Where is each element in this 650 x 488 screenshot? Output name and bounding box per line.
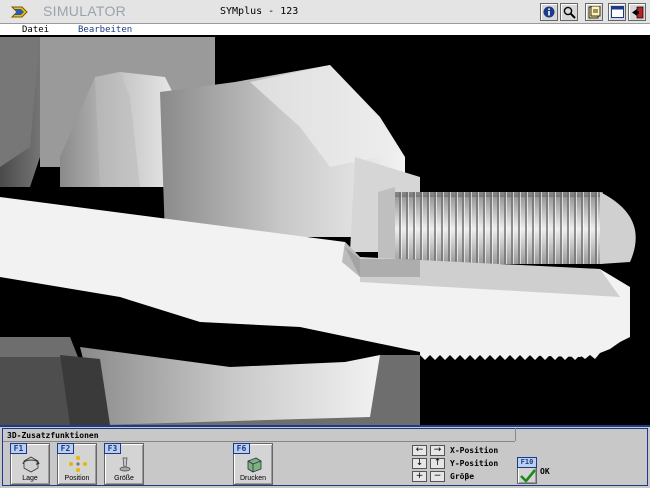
panel-divider-vertical <box>515 428 516 441</box>
menu-bar: Datei Bearbeiten <box>0 24 650 36</box>
help-button[interactable] <box>585 3 603 21</box>
menu-item-datei[interactable]: Datei <box>22 24 49 36</box>
drucken-button[interactable]: F6 Drucken <box>233 443 273 485</box>
groesse-label: Größe <box>114 475 134 482</box>
y-position-up-button[interactable]: ↑ <box>430 458 445 469</box>
y-position-label: Y-Position <box>450 459 499 468</box>
window-icon <box>610 6 624 18</box>
checkmark-icon <box>520 469 536 483</box>
f1-key: F1 <box>10 443 27 454</box>
drucken-label: Drucken <box>239 475 267 482</box>
title-bar: SIMULATOR SYMplus - 123 <box>0 0 650 24</box>
info-button[interactable] <box>540 3 558 21</box>
f10-key: F10 <box>517 457 537 468</box>
printer-icon <box>247 457 262 473</box>
size-plus-button[interactable]: + <box>412 471 427 482</box>
ok-label: OK <box>540 467 550 476</box>
y-position-down-button[interactable]: ↓ <box>412 458 427 469</box>
info-icon <box>543 6 555 18</box>
zoom-icon <box>563 6 576 19</box>
exit-icon <box>631 6 643 18</box>
panel-divider <box>3 441 515 442</box>
ok-button[interactable]: F10 <box>517 457 537 484</box>
scale-icon <box>119 457 131 472</box>
zoom-button[interactable] <box>560 3 578 21</box>
lage-label: Lage <box>22 475 38 482</box>
window-button[interactable] <box>608 3 626 21</box>
move-icon <box>69 456 87 472</box>
f6-key: F6 <box>233 443 250 454</box>
groesse-button[interactable]: F3 Größe <box>104 443 144 485</box>
f3-key: F3 <box>104 443 121 454</box>
rotate-icon <box>22 456 40 473</box>
help-icon <box>588 5 600 18</box>
menu-item-bearbeiten[interactable]: Bearbeiten <box>78 24 132 36</box>
simulation-viewport[interactable] <box>0 37 650 425</box>
position-label: Position <box>64 475 90 482</box>
exit-button[interactable] <box>628 3 646 21</box>
workpiece-3d-render <box>0 37 636 425</box>
panel-title: 3D-Zusatzfunktionen <box>7 431 99 440</box>
position-button[interactable]: F2 Position <box>57 443 97 485</box>
x-position-left-button[interactable]: ← <box>412 445 427 456</box>
size-minus-button[interactable]: − <box>430 471 445 482</box>
x-position-right-button[interactable]: → <box>430 445 445 456</box>
lage-button[interactable]: F1 Lage <box>10 443 50 485</box>
f2-key: F2 <box>57 443 74 454</box>
app-logo-icon <box>10 6 28 18</box>
app-version: SYMplus - 123 <box>220 6 299 17</box>
function-panel: 3D-Zusatzfunktionen F1 Lage F2 Position … <box>0 425 650 488</box>
size-label: Gröβe <box>450 472 475 481</box>
x-position-label: X-Position <box>450 446 499 455</box>
app-name: SIMULATOR <box>43 3 127 19</box>
